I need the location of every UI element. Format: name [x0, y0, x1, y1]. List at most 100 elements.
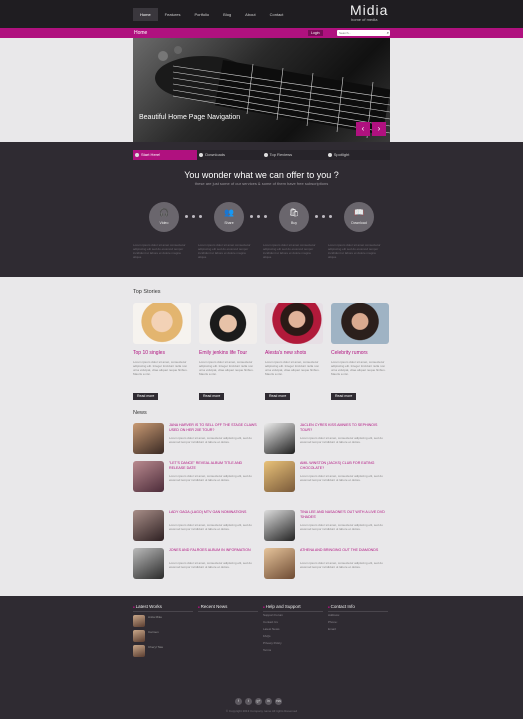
news-headline[interactable]: LADY GAGA (LAGO) MTV GAN NOMINATIONS: [169, 510, 259, 515]
news-image[interactable]: [264, 510, 295, 541]
tab-start-here[interactable]: Start Here!: [133, 150, 198, 160]
hero-slider: Beautiful Home Page Navigation ‹ ›: [133, 38, 390, 142]
news-image[interactable]: [133, 510, 164, 541]
offer-title: You wonder what we can offer to you ?: [184, 170, 339, 180]
news-image[interactable]: [133, 461, 164, 492]
search-icon[interactable]: ⌕: [387, 30, 389, 36]
avatar: [133, 630, 145, 642]
nav-item-about[interactable]: About: [238, 8, 262, 21]
connector-dots: [250, 215, 267, 218]
google-plus-icon[interactable]: g+: [255, 698, 262, 705]
story-image[interactable]: [331, 303, 389, 344]
facebook-icon[interactable]: f: [235, 698, 242, 705]
service-share-button[interactable]: 👥 Share: [214, 202, 244, 232]
story-title[interactable]: Top 10 singles: [133, 350, 191, 356]
hero-caption: Beautiful Home Page Navigation: [139, 114, 241, 121]
headphones-icon: 🎧: [159, 208, 169, 217]
news-headline[interactable]: JONES AND FALROES ALBUM IN INFORMATION: [169, 548, 259, 553]
work-name: Cheryl Tate: [148, 645, 164, 649]
work-name: Anita Mike: [148, 615, 163, 619]
book-icon: 📖: [354, 208, 364, 217]
work-item[interactable]: Carmen: [133, 630, 193, 642]
service-label: Video: [159, 221, 169, 225]
news-excerpt: Lorem ipsum dolor sit amet, consectetur …: [169, 523, 252, 531]
hero-prev-button[interactable]: ‹: [356, 122, 370, 136]
service-video-button[interactable]: 🎧 Video: [149, 202, 179, 232]
avatar: [133, 615, 145, 627]
news-item: "LET'S DANCE" REVEAL ALBUM TITLE AND REL…: [133, 461, 259, 494]
service-buy-button[interactable]: 🛍 Buy: [279, 202, 309, 232]
work-item[interactable]: Cheryl Tate: [133, 645, 193, 657]
story-title[interactable]: Alesta's new shots: [265, 350, 323, 356]
tab-label: Spotlight: [333, 152, 350, 157]
story-excerpt: Lorem ipsum dolor sit amet, consectetur …: [265, 360, 320, 376]
news-title: News: [133, 410, 147, 416]
news-headline[interactable]: AMIL WINSTON (JACKS) CLUB FOR EATING CHO…: [300, 461, 390, 470]
story-card: Celebrity rumors Lorem ipsum dolor sit a…: [331, 303, 389, 402]
nav-item-home[interactable]: Home: [133, 8, 158, 21]
story-title[interactable]: Emily jenkins life Tour: [199, 350, 257, 356]
tab-downloads[interactable]: Downloads: [197, 150, 261, 160]
service-description: Lorem ipsum dolor sit amet consectetur a…: [133, 243, 186, 259]
site-logo[interactable]: Midia home of media: [350, 3, 388, 22]
search-input[interactable]: Search... ⌕: [337, 30, 390, 36]
connector-dots: [185, 215, 202, 218]
bullet-icon: [327, 153, 332, 157]
tab-spotlight[interactable]: Spotlight: [326, 150, 390, 160]
footer-link[interactable]: Terms: [263, 647, 323, 654]
news-headline[interactable]: JACLEN CYRES KISS AMNIES TO SEPHINOIS TO…: [300, 423, 390, 432]
service-description: Lorem ipsum dolor sit amet consectetur a…: [328, 243, 381, 259]
news-image[interactable]: [264, 548, 295, 579]
news-image[interactable]: [264, 461, 295, 492]
twitter-icon[interactable]: t: [245, 698, 252, 705]
story-image[interactable]: [133, 303, 191, 344]
guitar-image: [155, 46, 390, 139]
news-headline[interactable]: "LET'S DANCE" REVEAL ALBUM TITLE AND REL…: [169, 461, 259, 470]
news-headline[interactable]: ATHENA AND BRINGING OUT THE DIAMONDS: [300, 548, 390, 553]
service-download-button[interactable]: 📖 Download: [344, 202, 374, 232]
work-item[interactable]: Anita Mike: [133, 615, 193, 627]
service-label: Share: [224, 221, 234, 225]
nav-item-portfolio[interactable]: Portfolio: [187, 8, 216, 21]
bullet-icon: [199, 153, 204, 157]
footer-link[interactable]: Contact Us: [263, 619, 323, 626]
story-image[interactable]: [199, 303, 257, 344]
top-stories-title: Top Stories: [133, 289, 161, 295]
footer: Latest Works Anita Mike Carmen Cheryl Ta…: [0, 596, 523, 719]
story-title[interactable]: Celebrity rumors: [331, 350, 389, 356]
contact-address-label: Address:: [328, 613, 340, 617]
services-band: [0, 142, 523, 277]
tab-top-reviews[interactable]: Top Reviews: [262, 150, 326, 160]
nav-item-blog[interactable]: Blog: [216, 8, 238, 21]
hero-next-button[interactable]: ›: [372, 122, 386, 136]
story-image[interactable]: [265, 303, 323, 344]
read-more-button[interactable]: Read more: [199, 392, 225, 400]
footer-link[interactable]: Support Forum: [263, 612, 323, 619]
read-more-button[interactable]: Read more: [133, 392, 159, 400]
story-excerpt: Lorem ipsum dolor sit amet, consectetur …: [199, 360, 254, 376]
footer-latest-works: Latest Works Anita Mike Carmen Cheryl Ta…: [133, 604, 193, 657]
login-button[interactable]: Login: [308, 30, 323, 36]
footer-link[interactable]: Privacy Policy: [263, 640, 323, 647]
footer-link[interactable]: FAQs: [263, 633, 323, 640]
nav-item-features[interactable]: Features: [158, 8, 188, 21]
bullet-icon: [263, 153, 268, 157]
news-image[interactable]: [133, 423, 164, 454]
tab-label: Downloads: [205, 152, 226, 157]
footer-link[interactable]: Latest News: [263, 626, 323, 633]
footer-heading: Contact Info: [328, 604, 388, 612]
read-more-button[interactable]: Read more: [265, 392, 291, 400]
news-image[interactable]: [264, 423, 295, 454]
nav-item-contact[interactable]: Contact: [263, 8, 291, 21]
footer-heading: Help and Support: [263, 604, 323, 612]
news-headline[interactable]: TINA LEE AND NASAONE'S OUT WITH A LIVE D…: [300, 510, 390, 519]
shopping-bag-icon: 🛍: [288, 208, 300, 217]
rss-icon[interactable]: rss: [275, 698, 282, 705]
news-headline[interactable]: JANA HARVER IS TO SELL OFF THE STAGE CLA…: [169, 423, 259, 432]
news-image[interactable]: [133, 548, 164, 579]
breadcrumb[interactable]: Home: [134, 29, 147, 37]
news-item: TINA LEE AND NASAONE'S OUT WITH A LIVE D…: [264, 510, 390, 543]
read-more-button[interactable]: Read more: [331, 392, 357, 400]
linkedin-icon[interactable]: in: [265, 698, 272, 705]
news-excerpt: Lorem ipsum dolor sit amet, consectetur …: [169, 436, 252, 444]
